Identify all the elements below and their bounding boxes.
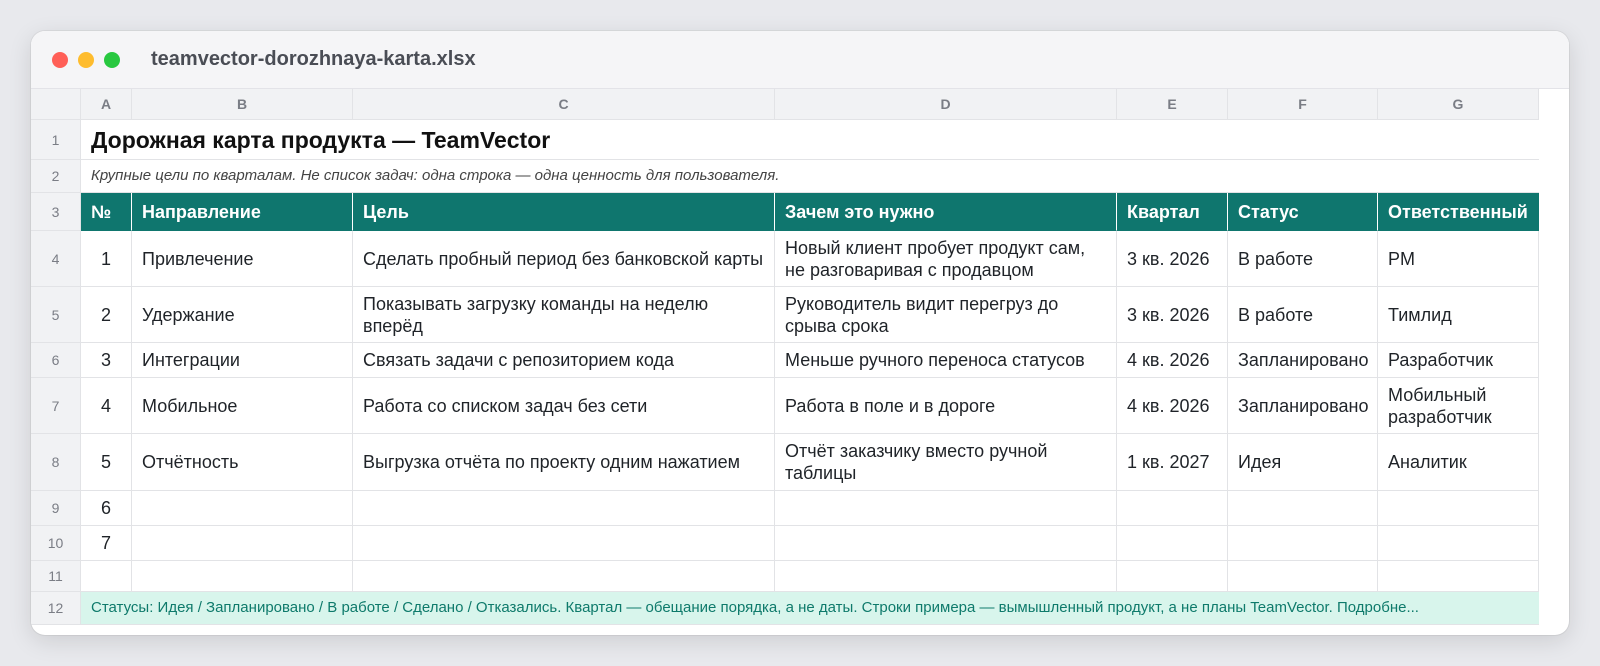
empty-cell[interactable] <box>132 561 353 592</box>
sheet-title-cell[interactable]: Дорожная карта продукта — TeamVector <box>81 120 1539 160</box>
row-header-8[interactable]: 8 <box>31 434 81 491</box>
close-button[interactable] <box>52 51 68 68</box>
header-goal[interactable]: Цель <box>353 193 775 231</box>
cell-why[interactable]: Руководитель видит перегруз до срыва сро… <box>775 287 1117 343</box>
row-header-12[interactable]: 12 <box>31 592 81 625</box>
column-header-d[interactable]: D <box>775 89 1117 120</box>
cell-goal[interactable]: Работа со списком задач без сети <box>353 378 775 434</box>
cell-goal[interactable]: Связать задачи с репозиторием кода <box>353 343 775 378</box>
cell-status[interactable] <box>1228 491 1378 526</box>
cell-owner[interactable]: Тимлид <box>1378 287 1539 343</box>
row-header-4[interactable]: 4 <box>31 231 81 287</box>
empty-cell[interactable] <box>1117 561 1228 592</box>
cell-quarter[interactable]: 3 кв. 2026 <box>1117 231 1228 287</box>
cell-area[interactable]: Удержание <box>132 287 353 343</box>
row-header-9[interactable]: 9 <box>31 491 81 526</box>
cell-owner[interactable]: Мобильный разработчик <box>1378 378 1539 434</box>
file-name: teamvector-dorozhnaya-karta.xlsx <box>151 48 476 70</box>
column-header-a[interactable]: A <box>81 89 132 120</box>
empty-cell[interactable] <box>775 561 1117 592</box>
cell-quarter[interactable] <box>1117 526 1228 561</box>
cell-quarter[interactable]: 1 кв. 2027 <box>1117 434 1228 491</box>
cell-status[interactable]: В работе <box>1228 287 1378 343</box>
cell-goal[interactable]: Выгрузка отчёта по проекту одним нажатие… <box>353 434 775 491</box>
maximize-button[interactable] <box>104 51 120 68</box>
row-header-10[interactable]: 10 <box>31 526 81 561</box>
cell-number[interactable]: 4 <box>81 378 132 434</box>
column-header-f[interactable]: F <box>1228 89 1378 120</box>
cell-why[interactable] <box>775 491 1117 526</box>
cell-why[interactable]: Новый клиент пробует продукт сам, не раз… <box>775 231 1117 287</box>
cell-quarter[interactable] <box>1117 491 1228 526</box>
cell-owner[interactable]: Разработчик <box>1378 343 1539 378</box>
cell-area[interactable]: Привлечение <box>132 231 353 287</box>
cell-area[interactable] <box>132 526 353 561</box>
cell-grid: A B C D E F G 1 Дорожная карта продукта … <box>31 89 1569 625</box>
cell-goal[interactable]: Сделать пробный период без банковской ка… <box>353 231 775 287</box>
row-header-7[interactable]: 7 <box>31 378 81 434</box>
empty-cell[interactable] <box>1228 561 1378 592</box>
cell-goal[interactable] <box>353 491 775 526</box>
cell-why[interactable]: Отчёт заказчику вместо ручной таблицы <box>775 434 1117 491</box>
cell-goal[interactable]: Показывать загрузку команды на неделю вп… <box>353 287 775 343</box>
row-header-2[interactable]: 2 <box>31 160 81 193</box>
column-header-c[interactable]: C <box>353 89 775 120</box>
cell-owner[interactable] <box>1378 526 1539 561</box>
cell-status[interactable]: В работе <box>1228 231 1378 287</box>
cell-number[interactable]: 7 <box>81 526 132 561</box>
empty-cell[interactable] <box>1378 561 1539 592</box>
cell-number[interactable]: 2 <box>81 287 132 343</box>
header-status[interactable]: Статус <box>1228 193 1378 231</box>
cell-quarter[interactable]: 4 кв. 2026 <box>1117 378 1228 434</box>
cell-number[interactable]: 1 <box>81 231 132 287</box>
cell-area[interactable] <box>132 491 353 526</box>
row-header-3[interactable]: 3 <box>31 193 81 231</box>
cell-quarter[interactable]: 3 кв. 2026 <box>1117 287 1228 343</box>
header-owner[interactable]: Ответственный <box>1378 193 1539 231</box>
header-number[interactable]: № <box>81 193 132 231</box>
title-bar: teamvector-dorozhnaya-karta.xlsx <box>31 31 1569 89</box>
cell-area[interactable]: Мобильное <box>132 378 353 434</box>
header-quarter[interactable]: Квартал <box>1117 193 1228 231</box>
column-header-e[interactable]: E <box>1117 89 1228 120</box>
column-header-b[interactable]: B <box>132 89 353 120</box>
header-why[interactable]: Зачем это нужно <box>775 193 1117 231</box>
window-controls <box>52 51 120 68</box>
empty-cell[interactable] <box>81 561 132 592</box>
status-legend-cell[interactable]: Статусы: Идея / Запланировано / В работе… <box>81 592 1539 625</box>
cell-area[interactable]: Интеграции <box>132 343 353 378</box>
empty-cell[interactable] <box>353 561 775 592</box>
cell-status[interactable]: Запланировано <box>1228 343 1378 378</box>
sheet-subtitle-cell[interactable]: Крупные цели по кварталам. Не список зад… <box>81 160 1539 193</box>
header-area[interactable]: Направление <box>132 193 353 231</box>
spreadsheet-window: teamvector-dorozhnaya-karta.xlsx A B C D… <box>31 31 1569 635</box>
cell-why[interactable] <box>775 526 1117 561</box>
cell-quarter[interactable]: 4 кв. 2026 <box>1117 343 1228 378</box>
sheet-area: A B C D E F G 1 Дорожная карта продукта … <box>31 89 1569 635</box>
cell-owner[interactable]: PM <box>1378 231 1539 287</box>
minimize-button[interactable] <box>78 51 94 68</box>
cell-number[interactable]: 5 <box>81 434 132 491</box>
row-header-5[interactable]: 5 <box>31 287 81 343</box>
cell-status[interactable] <box>1228 526 1378 561</box>
cell-why[interactable]: Меньше ручного переноса статусов <box>775 343 1117 378</box>
cell-owner[interactable] <box>1378 491 1539 526</box>
cell-status[interactable]: Запланировано <box>1228 378 1378 434</box>
cell-status[interactable]: Идея <box>1228 434 1378 491</box>
cell-area[interactable]: Отчётность <box>132 434 353 491</box>
cell-why[interactable]: Работа в поле и в дороге <box>775 378 1117 434</box>
cell-number[interactable]: 3 <box>81 343 132 378</box>
row-header-1[interactable]: 1 <box>31 120 81 160</box>
row-header-11[interactable]: 11 <box>31 561 81 592</box>
status-legend-text: Статусы: Идея / Запланировано / В работе… <box>91 599 1419 616</box>
column-header-g[interactable]: G <box>1378 89 1539 120</box>
row-header-6[interactable]: 6 <box>31 343 81 378</box>
select-all-corner[interactable] <box>31 89 81 120</box>
cell-owner[interactable]: Аналитик <box>1378 434 1539 491</box>
cell-goal[interactable] <box>353 526 775 561</box>
cell-number[interactable]: 6 <box>81 491 132 526</box>
